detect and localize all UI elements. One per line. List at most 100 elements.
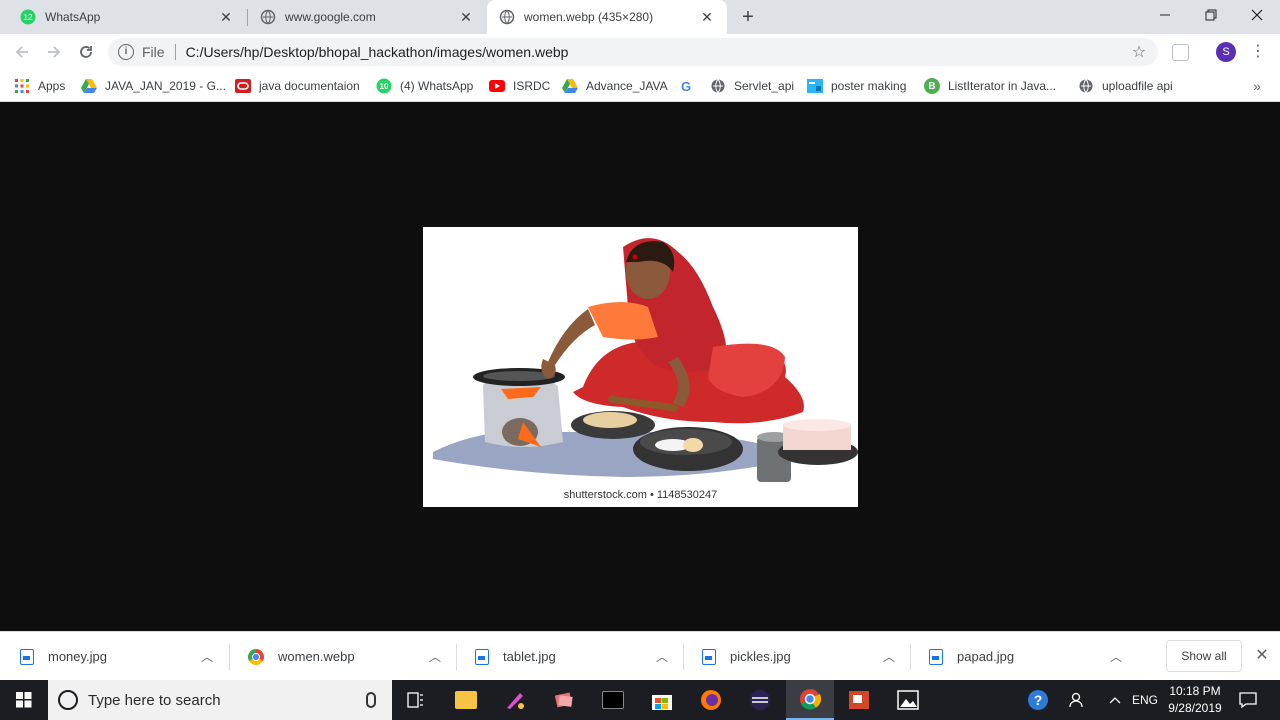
extension-icon[interactable] [1172,44,1189,61]
bookmark-servlet-api[interactable]: Servlet_api [710,76,794,96]
restore-button[interactable] [1188,0,1234,30]
menu-dots-icon[interactable]: ⋮ [1250,42,1266,62]
store-icon[interactable] [638,680,686,720]
women-image[interactable]: shutterstock.com • 1148530247 [423,227,858,507]
close-window-button[interactable] [1234,0,1280,30]
b-icon: B [924,78,940,94]
photos-icon[interactable] [884,680,932,720]
download-filename: tablet.jpg [503,649,556,664]
reload-button[interactable] [72,38,100,66]
chevron-up-icon[interactable]: ︿ [877,648,901,665]
close-icon[interactable]: ✕ [1252,646,1272,666]
close-tab-icon[interactable]: ✕ [699,9,715,25]
card-app-icon[interactable] [540,680,588,720]
address-bar[interactable]: i File C:/Users/hp/Desktop/bhopal_hackat… [108,38,1158,66]
download-item-women[interactable]: women.webp ︿ [228,632,455,681]
globe-icon [1078,78,1094,94]
bookmark-whatsapp[interactable]: 10 (4) WhatsApp [376,76,473,96]
powerpoint-icon[interactable] [835,680,883,720]
tab-title: www.google.com [285,10,376,24]
download-item-money[interactable]: money.jpg ︿ [0,632,227,681]
windows-start-button[interactable] [0,680,48,720]
download-filename: women.webp [278,649,355,664]
task-view-icon[interactable] [392,680,440,720]
new-tab-button[interactable]: + [736,5,760,29]
tab-whatsapp[interactable]: 12 WhatsApp ✕ [8,0,246,34]
bookmark-label: ISRDC [513,79,551,93]
chevron-up-icon[interactable]: ︿ [1104,648,1128,665]
download-item-papad[interactable]: papad.jpg ︿ [909,632,1136,681]
svg-text:12: 12 [24,13,33,22]
firefox-icon[interactable] [687,680,735,720]
notification-icon[interactable] [1236,680,1260,720]
language-indicator[interactable]: ENG [1130,680,1160,720]
tab-strip: 12 WhatsApp ✕ www.google.com ✕ women.web… [0,0,1280,34]
globe-icon [260,9,276,25]
poster-icon [807,78,823,94]
bookmark-java-jan[interactable]: JAVA_JAN_2019 - G... [81,76,226,96]
windows-taskbar: Type here to search ? ENG 10:18 PM 9/28/… [0,680,1280,720]
close-tab-icon[interactable]: ✕ [458,9,474,25]
close-tab-icon[interactable]: ✕ [218,9,234,25]
browser-toolbar: i File C:/Users/hp/Desktop/bhopal_hackat… [0,34,1280,70]
help-icon[interactable]: ? [1024,680,1052,720]
chevron-up-icon[interactable]: ︿ [650,648,674,665]
tab-title: women.webp (435×280) [524,10,654,24]
download-item-tablet[interactable]: tablet.jpg ︿ [455,632,682,681]
paint-app-icon[interactable] [491,680,539,720]
tab-women-webp[interactable]: women.webp (435×280) ✕ [487,0,727,34]
bookmarks-bar: Apps JAVA_JAN_2019 - G... java documenta… [0,70,1280,102]
bookmark-label: Servlet_api [734,79,795,93]
minimize-button[interactable] [1142,0,1188,30]
bookmark-isrdc[interactable]: ISRDC [489,76,550,96]
url-text[interactable]: C:/Users/hp/Desktop/bhopal_hackathon/ima… [186,44,1128,60]
image-file-icon [20,648,34,665]
watermark-text: shutterstock.com • 1148530247 [563,489,718,501]
bookmark-label: Advance_JAVA [586,79,668,93]
bookmark-java-documentaion[interactable]: java documentaion [235,76,360,96]
eclipse-icon[interactable] [736,680,784,720]
image-viewer: shutterstock.com • 1148530247 [0,103,1280,631]
chevron-up-icon[interactable]: ︿ [423,648,447,665]
bookmark-listiterator[interactable]: B ListIterator in Java... [924,76,1056,96]
back-arrow-icon [15,46,28,58]
bookmark-label: poster making [831,79,907,93]
show-all-button[interactable]: Show all [1166,640,1242,672]
file-scheme-label: File [142,44,165,60]
bookmark-star-icon[interactable]: ☆ [1128,42,1150,62]
woman-cooking-illustration [433,238,858,482]
whatsapp-icon: 10 [376,78,392,94]
google-icon: G [680,78,692,94]
svg-text:10: 10 [380,82,389,91]
bookmark-advance-java[interactable]: Advance_JAVA [562,76,668,96]
clock-time: 10:18 PM [1169,684,1221,698]
file-explorer-icon[interactable] [442,680,490,720]
bookmark-poster-making[interactable]: poster making [807,76,906,96]
people-icon[interactable] [1066,680,1090,720]
bookmark-label: Apps [38,79,66,93]
chevron-up-icon[interactable] [1104,680,1126,720]
chevron-double-right-icon[interactable]: » [1248,76,1266,96]
chrome-taskbar-icon[interactable] [786,680,834,720]
bookmark-uploadfile-api[interactable]: uploadfile api [1078,76,1173,96]
microphone-icon[interactable] [366,692,376,708]
info-icon[interactable]: i [118,44,134,60]
tab-google[interactable]: www.google.com ✕ [248,0,486,34]
chevron-up-icon[interactable]: ︿ [195,648,219,665]
bookmark-google[interactable]: G [678,76,702,96]
download-filename: money.jpg [48,649,108,664]
chrome-icon [248,648,264,665]
system-clock[interactable]: 10:18 PM 9/28/2019 [1160,683,1230,717]
terminal-icon[interactable] [589,680,637,720]
download-shelf: money.jpg ︿ women.webp ︿ tablet.jpg ︿ pi… [0,631,1280,680]
cortana-icon [58,690,78,710]
svg-text:?: ? [1034,692,1043,708]
bookmark-label: JAVA_JAN_2019 - G... [105,79,226,93]
taskbar-search[interactable]: Type here to search [48,680,392,720]
bookmark-apps[interactable]: Apps [14,76,65,96]
profile-avatar[interactable]: S [1216,42,1236,62]
forward-button[interactable] [40,38,68,66]
omnibox-divider [174,44,176,60]
download-item-pickles[interactable]: pickles.jpg ︿ [682,632,909,681]
back-button[interactable] [8,38,36,66]
